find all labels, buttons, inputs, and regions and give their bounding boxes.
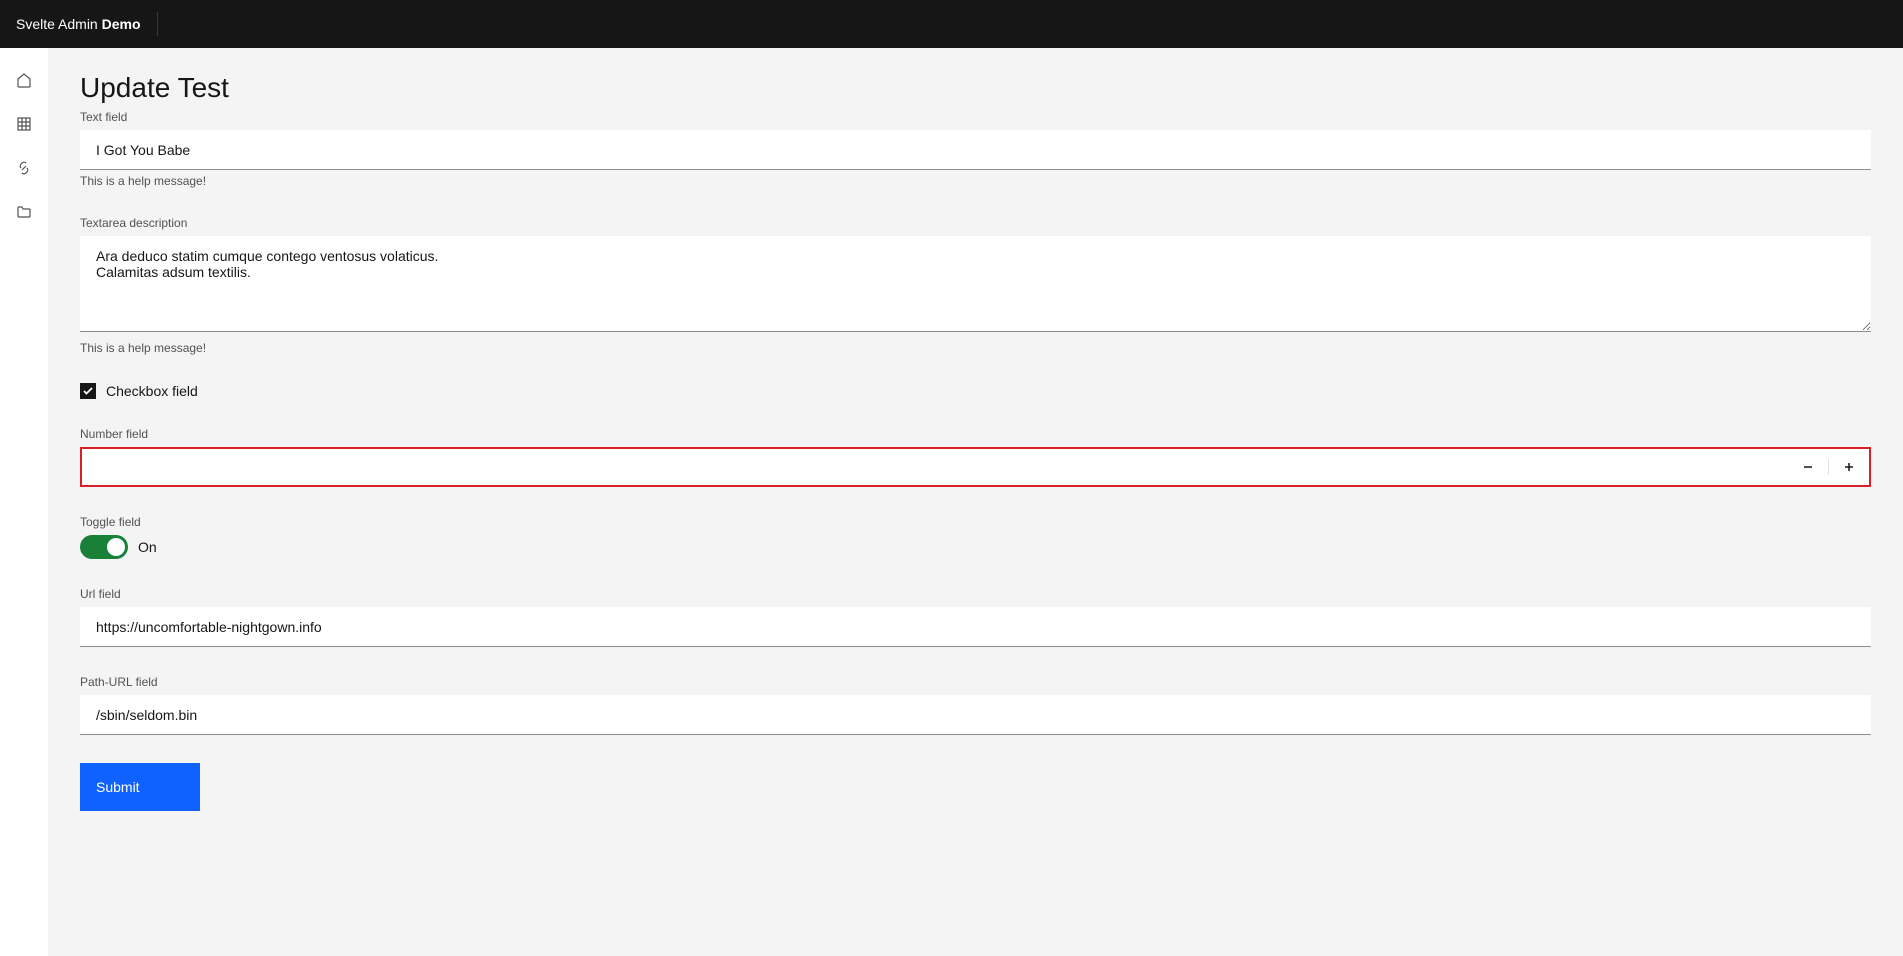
header-divider: [157, 12, 158, 36]
textarea-field-input[interactable]: [80, 236, 1871, 332]
folder-icon[interactable]: [8, 196, 40, 228]
toggle-field-label: Toggle field: [80, 515, 1871, 529]
minus-icon: [1802, 461, 1814, 473]
home-icon[interactable]: [8, 64, 40, 96]
main-content: Update Test Text field This is a help me…: [48, 48, 1903, 956]
number-increment-button[interactable]: [1829, 449, 1869, 485]
page-title: Update Test: [80, 72, 1871, 104]
toggle-switch[interactable]: [80, 535, 128, 559]
checkmark-icon: [82, 385, 94, 397]
brand-prefix: Svelte Admin: [16, 16, 102, 32]
link-icon[interactable]: [8, 152, 40, 184]
toggle-field-group: Toggle field On: [80, 515, 1871, 559]
number-field-label: Number field: [80, 427, 1871, 441]
text-field-help: This is a help message!: [80, 174, 1871, 188]
number-field-input[interactable]: [82, 449, 1788, 485]
pathurl-field-input[interactable]: [80, 695, 1871, 735]
url-field-label: Url field: [80, 587, 1871, 601]
toggle-state-label: On: [138, 539, 157, 555]
sidebar: [0, 48, 48, 956]
checkbox-field-group: Checkbox field: [80, 383, 1871, 399]
brand-title: Svelte Admin Demo: [16, 16, 141, 32]
textarea-field-help: This is a help message!: [80, 341, 1871, 355]
plus-icon: [1843, 461, 1855, 473]
grid-icon[interactable]: [8, 108, 40, 140]
url-field-group: Url field: [80, 587, 1871, 647]
textarea-field-label: Textarea description: [80, 216, 1871, 230]
text-field-label: Text field: [80, 110, 1871, 124]
url-field-input[interactable]: [80, 607, 1871, 647]
checkbox-label: Checkbox field: [106, 383, 198, 399]
number-field-group: Number field: [80, 427, 1871, 487]
text-field-group: Text field This is a help message!: [80, 110, 1871, 188]
checkbox-input[interactable]: [80, 383, 96, 399]
number-field-wrapper: [80, 447, 1871, 487]
pathurl-field-group: Path-URL field: [80, 675, 1871, 735]
pathurl-field-label: Path-URL field: [80, 675, 1871, 689]
app-header: Svelte Admin Demo: [0, 0, 1903, 48]
text-field-input[interactable]: [80, 130, 1871, 170]
textarea-field-group: Textarea description This is a help mess…: [80, 216, 1871, 355]
brand-suffix: Demo: [102, 16, 141, 32]
number-decrement-button[interactable]: [1788, 449, 1828, 485]
toggle-knob: [107, 538, 125, 556]
submit-button[interactable]: Submit: [80, 763, 200, 811]
